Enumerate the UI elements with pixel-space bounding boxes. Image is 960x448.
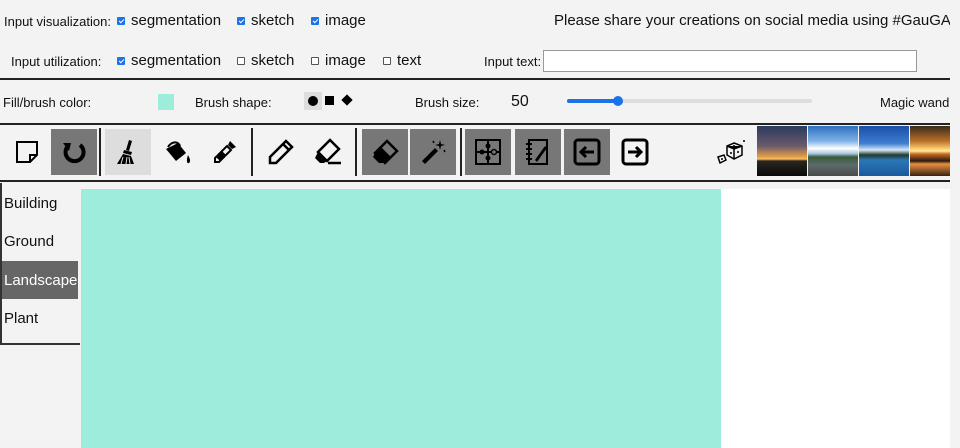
drawing-canvas[interactable]: [81, 189, 721, 448]
pencil-eraser-button[interactable]: [305, 129, 351, 175]
sidebar-item-building[interactable]: Building: [2, 184, 78, 222]
sidebar-item-ground[interactable]: Ground: [2, 222, 78, 260]
util-image-label: image: [325, 52, 366, 69]
brush-size-label: Brush size:: [415, 95, 480, 110]
pencil-button[interactable]: [258, 129, 304, 175]
new-canvas-button[interactable]: [4, 129, 50, 175]
vis-sketch-checkbox[interactable]: sketch: [237, 12, 294, 29]
paint-bucket-button[interactable]: [155, 129, 201, 175]
magic-wand-label: Magic wand: [880, 95, 950, 110]
divider-1: [0, 78, 950, 80]
fill-color-label: Fill/brush color:: [3, 95, 92, 110]
brush-size-slider-fill: [567, 99, 618, 103]
dice-icon: [717, 140, 745, 165]
vis-sketch-label: sketch: [251, 12, 295, 29]
pencil-icon: [268, 139, 294, 165]
brush-icon: [117, 140, 134, 165]
util-text-checkbox[interactable]: text: [383, 52, 421, 69]
random-style-button[interactable]: [708, 129, 754, 175]
puzzle-icon: [475, 139, 501, 165]
brush-shape-diamond[interactable]: [341, 94, 353, 106]
util-text-label: text: [397, 52, 422, 69]
utilization-label: Input utilization:: [11, 54, 102, 69]
arrow-left-icon: [573, 138, 601, 166]
arrow-right-icon: [621, 138, 649, 166]
new-canvas-icon: [16, 141, 38, 163]
style-thumbnail-4[interactable]: [910, 126, 950, 176]
util-segmentation-checkbox[interactable]: segmentation: [117, 52, 221, 69]
import-button[interactable]: [564, 129, 610, 175]
toolbar-separator-2: [251, 128, 253, 176]
style-thumbnail-3[interactable]: [859, 126, 909, 176]
output-panel: [721, 189, 950, 448]
brush-button[interactable]: [105, 129, 151, 175]
undo-icon: [63, 143, 86, 164]
eyedropper-icon: [214, 141, 236, 163]
brush-size-slider[interactable]: [567, 96, 812, 106]
pencil-eraser-icon: [315, 138, 341, 165]
brush-shape-square[interactable]: [325, 96, 334, 105]
toolbar-separator-3: [355, 128, 357, 176]
export-button[interactable]: [612, 129, 658, 175]
vis-segmentation-label: segmentation: [131, 12, 222, 29]
circle-icon: [308, 96, 318, 106]
sidebar-item-landscape[interactable]: Landscape: [2, 261, 78, 299]
util-segmentation-label: segmentation: [131, 52, 222, 69]
undo-button[interactable]: [51, 129, 97, 175]
divider-2: [0, 123, 950, 125]
toolbar-separator-4: [460, 128, 462, 176]
util-image-checkbox[interactable]: image: [311, 52, 366, 69]
brush-size-slider-thumb[interactable]: [613, 96, 623, 106]
toolbar-separator-1: [99, 128, 101, 176]
puzzle-button[interactable]: [465, 129, 511, 175]
visualization-label: Input visualization:: [4, 14, 111, 29]
eyedropper-button[interactable]: [202, 129, 248, 175]
vis-image-checkbox[interactable]: image: [311, 12, 366, 29]
magic-wand-button[interactable]: [410, 129, 456, 175]
notebook-icon: [526, 139, 548, 165]
eraser-icon: [373, 139, 399, 165]
eraser-button[interactable]: [362, 129, 408, 175]
share-text: Please share your creations on social me…: [554, 12, 960, 29]
brush-shape-circle[interactable]: [304, 92, 322, 110]
sidebar-item-plant[interactable]: Plant: [2, 299, 78, 337]
divider-3: [0, 180, 950, 182]
vis-image-label: image: [325, 12, 366, 29]
input-text-label: Input text:: [484, 54, 542, 69]
fill-color-swatch[interactable]: [158, 94, 174, 110]
brush-shape-label: Brush shape:: [195, 95, 272, 110]
vis-segmentation-checkbox[interactable]: segmentation: [117, 12, 221, 29]
right-scroll-area: [950, 0, 960, 448]
paint-bucket-icon: [166, 141, 191, 164]
magic-wand-icon: [422, 140, 446, 164]
notebook-button[interactable]: [515, 129, 561, 175]
brush-size-value: 50: [511, 93, 529, 110]
input-text-field[interactable]: [543, 50, 917, 72]
util-sketch-checkbox[interactable]: sketch: [237, 52, 294, 69]
style-thumbnail-1[interactable]: [757, 126, 807, 176]
style-thumbnail-2[interactable]: [808, 126, 858, 176]
util-sketch-label: sketch: [251, 52, 295, 69]
